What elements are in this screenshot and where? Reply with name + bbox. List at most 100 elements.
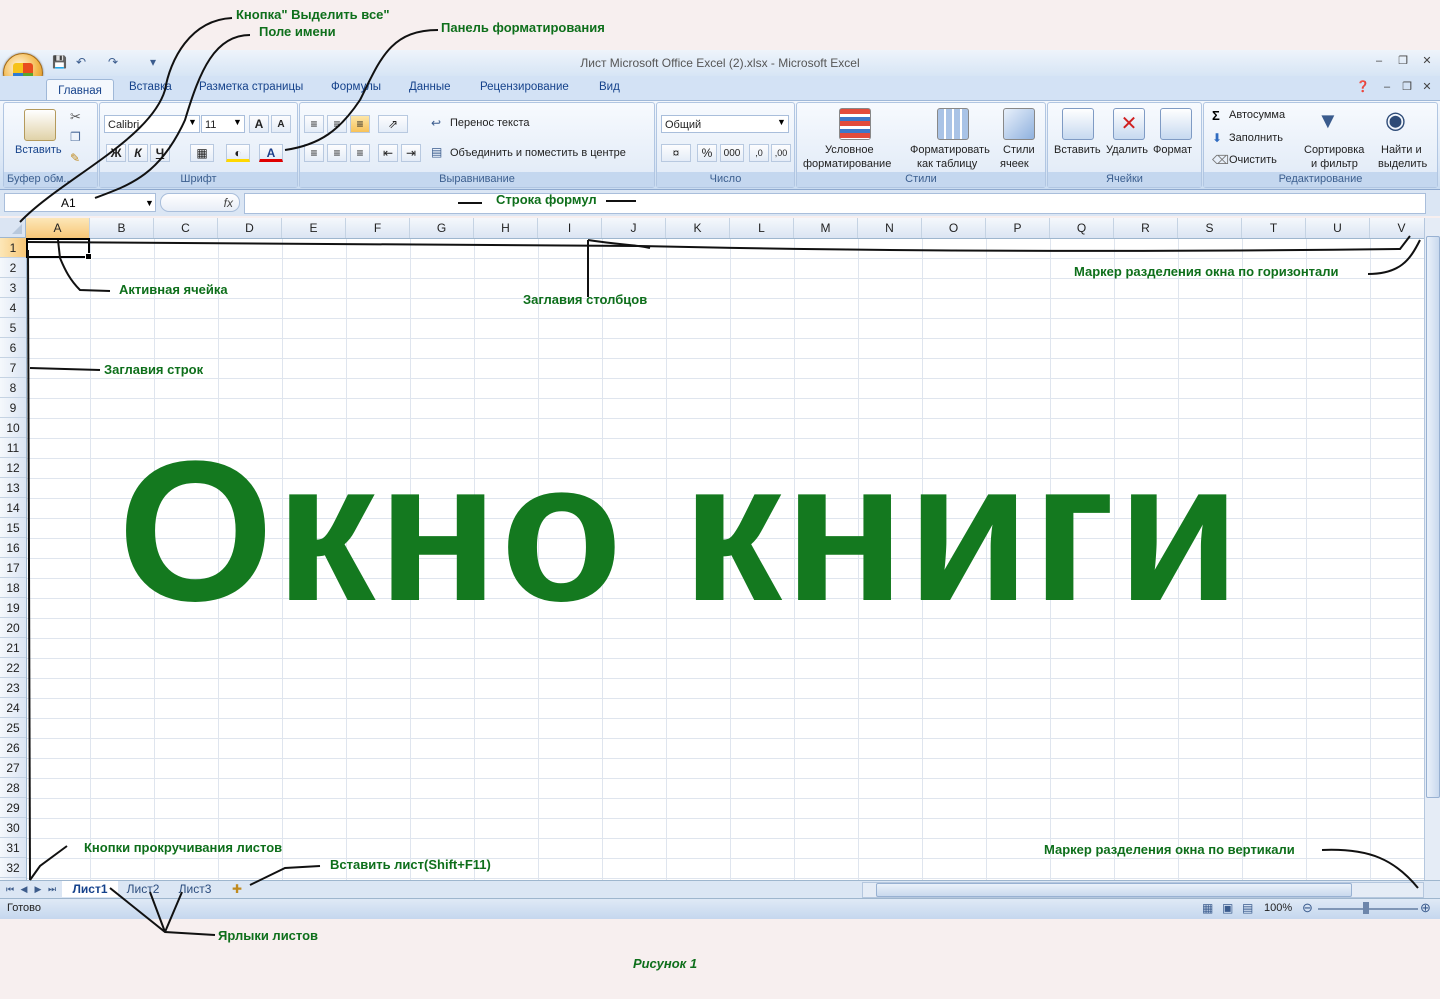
column-header-e[interactable]: E [282,218,346,238]
row-header-2[interactable]: 2 [0,258,26,278]
row-header-4[interactable]: 4 [0,298,26,318]
conditional-format-line2[interactable]: форматирование [803,158,891,170]
vertical-scroll-thumb[interactable] [1426,236,1440,798]
row-header-28[interactable]: 28 [0,778,26,798]
column-header-l[interactable]: L [730,218,794,238]
percent-button[interactable]: % [697,144,717,162]
borders-icon[interactable]: ▦ [190,144,214,162]
row-header-26[interactable]: 26 [0,738,26,758]
tab-view[interactable]: Вид [599,81,620,93]
minimize-icon[interactable]: – [1370,53,1388,69]
wrap-text-button[interactable]: Перенос текста [450,117,530,129]
autosum-button[interactable]: Автосумма [1229,109,1285,121]
tab-insert[interactable]: Вставка [129,81,172,93]
fill-color-icon[interactable]: ◐ [226,144,250,162]
save-icon[interactable]: 💾 [52,55,67,69]
sort-filter-line1[interactable]: Сортировка [1304,144,1364,156]
zoom-slider-thumb[interactable] [1363,902,1369,914]
restore-icon[interactable]: ❐ [1394,53,1412,69]
redo-icon[interactable]: ↷ [106,55,120,69]
tab-formulas[interactable]: Формулы [331,81,381,93]
row-header-24[interactable]: 24 [0,698,26,718]
zoom-in-icon[interactable]: ⊕ [1420,900,1431,916]
row-header-6[interactable]: 6 [0,338,26,358]
row-header-9[interactable]: 9 [0,398,26,418]
page-layout-view-icon[interactable]: ▣ [1222,901,1233,915]
row-header-3[interactable]: 3 [0,278,26,298]
format-painter-icon[interactable]: ✎ [70,151,80,165]
insert-sheet-icon[interactable]: ✚ [232,882,242,896]
copy-icon[interactable]: ❐ [70,130,81,144]
format-cells-button[interactable]: Формат [1153,144,1192,156]
row-header-22[interactable]: 22 [0,658,26,678]
doc-restore-icon[interactable]: ❐ [1398,79,1416,95]
align-right-icon[interactable]: ≡ [350,144,370,162]
clear-button[interactable]: Очистить [1229,154,1277,166]
next-sheet-icon[interactable]: ▶ [32,883,44,895]
thousands-button[interactable]: 000 [720,144,744,162]
row-header-21[interactable]: 21 [0,638,26,658]
column-header-r[interactable]: R [1114,218,1178,238]
doc-minimize-icon[interactable]: – [1378,79,1396,95]
column-header-i[interactable]: I [538,218,602,238]
first-sheet-icon[interactable]: ⏮ [4,883,16,895]
tab-data[interactable]: Данные [409,81,451,93]
sheet-tab-3[interactable]: Лист3 [170,881,220,897]
font-name-select[interactable]: Calibri [104,115,200,133]
paste-button[interactable]: Вставить [15,144,62,156]
align-top-icon[interactable]: ≡ [304,115,324,133]
conditional-format-line1[interactable]: Условное [825,144,874,156]
active-cell[interactable] [26,238,92,260]
grow-font-button[interactable]: A [249,115,269,133]
column-header-s[interactable]: S [1178,218,1242,238]
column-header-t[interactable]: T [1242,218,1306,238]
tab-page-layout[interactable]: Разметка страницы [199,81,303,93]
format-as-table-line1[interactable]: Форматировать [910,144,990,156]
row-header-23[interactable]: 23 [0,678,26,698]
select-all-button[interactable] [0,218,26,238]
bold-button[interactable]: Ж [106,144,126,162]
tab-review[interactable]: Рецензирование [480,81,569,93]
decrease-decimal-icon[interactable]: ,00 [771,144,791,162]
column-header-m[interactable]: M [794,218,858,238]
column-header-b[interactable]: B [90,218,154,238]
column-header-j[interactable]: J [602,218,666,238]
column-header-g[interactable]: G [410,218,474,238]
sheet-tab-1[interactable]: Лист1 [62,881,118,897]
prev-sheet-icon[interactable]: ◀ [18,883,30,895]
find-select-line1[interactable]: Найти и [1381,144,1422,156]
formula-input[interactable] [244,193,1426,214]
cut-icon[interactable]: ✂ [70,109,81,125]
undo-icon[interactable]: ↶ [74,55,88,69]
row-header-25[interactable]: 25 [0,718,26,738]
row-header-32[interactable]: 32 [0,858,26,878]
increase-indent-icon[interactable]: ⇥ [401,144,421,162]
insert-function-button[interactable]: fx [160,193,240,212]
zoom-out-icon[interactable]: ⊖ [1302,900,1313,916]
name-box[interactable]: A1 [4,193,156,212]
column-header-p[interactable]: P [986,218,1050,238]
page-break-view-icon[interactable]: ▤ [1242,901,1253,915]
shrink-font-button[interactable]: A [271,115,291,133]
sort-filter-line2[interactable]: и фильтр [1311,158,1358,170]
column-header-d[interactable]: D [218,218,282,238]
currency-icon[interactable]: ¤ [661,144,691,162]
delete-cells-button[interactable]: Удалить [1106,144,1148,156]
column-header-k[interactable]: K [666,218,730,238]
row-header-1[interactable]: 1 [0,238,26,258]
zoom-level[interactable]: 100% [1264,902,1292,914]
italic-button[interactable]: К [128,144,148,162]
row-header-5[interactable]: 5 [0,318,26,338]
column-header-c[interactable]: C [154,218,218,238]
row-header-7[interactable]: 7 [0,358,26,378]
align-middle-icon[interactable]: ≡ [327,115,347,133]
row-header-27[interactable]: 27 [0,758,26,778]
find-select-line2[interactable]: выделить [1378,158,1427,170]
increase-decimal-icon[interactable]: ,0 [749,144,769,162]
column-header-o[interactable]: O [922,218,986,238]
column-header-n[interactable]: N [858,218,922,238]
format-as-table-line2[interactable]: как таблицу [917,158,977,170]
font-color-button[interactable]: A [259,144,283,162]
close-icon[interactable]: ✕ [1418,53,1436,69]
qat-customize-icon[interactable]: ▾ [146,55,160,69]
